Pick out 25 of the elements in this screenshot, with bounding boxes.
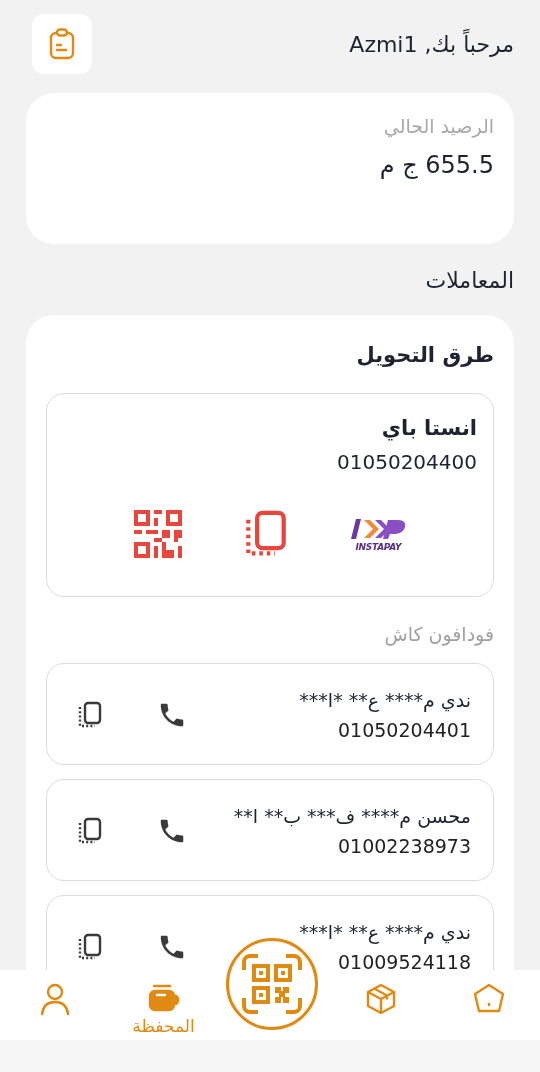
home-icon[interactable] bbox=[472, 982, 506, 1014]
clipboard-icon bbox=[49, 28, 75, 60]
section-title: فودافون كاش bbox=[383, 623, 494, 645]
copy-icon[interactable] bbox=[77, 817, 103, 845]
qr-scan-icon[interactable] bbox=[242, 954, 302, 1014]
balance-amount: 655.5 ج م bbox=[378, 151, 494, 179]
phone-number: 01050204400 bbox=[336, 450, 477, 474]
balance-label: الرصيد الحالي bbox=[382, 115, 494, 137]
account-name: محسن م**** ف*** ب** ا** bbox=[232, 805, 471, 827]
phone-number: 01002238973 bbox=[337, 835, 471, 857]
copy-icon[interactable] bbox=[77, 701, 103, 729]
account-name: ندي م**** ع** *ا*** bbox=[298, 921, 471, 943]
method-name: انستا باي bbox=[380, 416, 477, 440]
card-title: طرق التحويل bbox=[355, 343, 494, 367]
greeting: مرحباً بك, Azmi1 bbox=[349, 31, 514, 57]
wallet-icon[interactable] bbox=[147, 982, 180, 1012]
instapay-logo[interactable]: INSTAPAY bbox=[350, 516, 407, 552]
section-title: المعاملات bbox=[424, 268, 514, 293]
qr-code-icon[interactable] bbox=[133, 510, 182, 558]
copy-icon[interactable] bbox=[77, 933, 103, 961]
account-name: ندي م**** ع** *ا*** bbox=[298, 689, 471, 711]
phone-number: 01009524118 bbox=[337, 951, 471, 970]
profile-icon[interactable] bbox=[39, 982, 71, 1016]
clipboard-button[interactable] bbox=[32, 14, 92, 74]
phone-number: 01050204401 bbox=[337, 719, 471, 741]
